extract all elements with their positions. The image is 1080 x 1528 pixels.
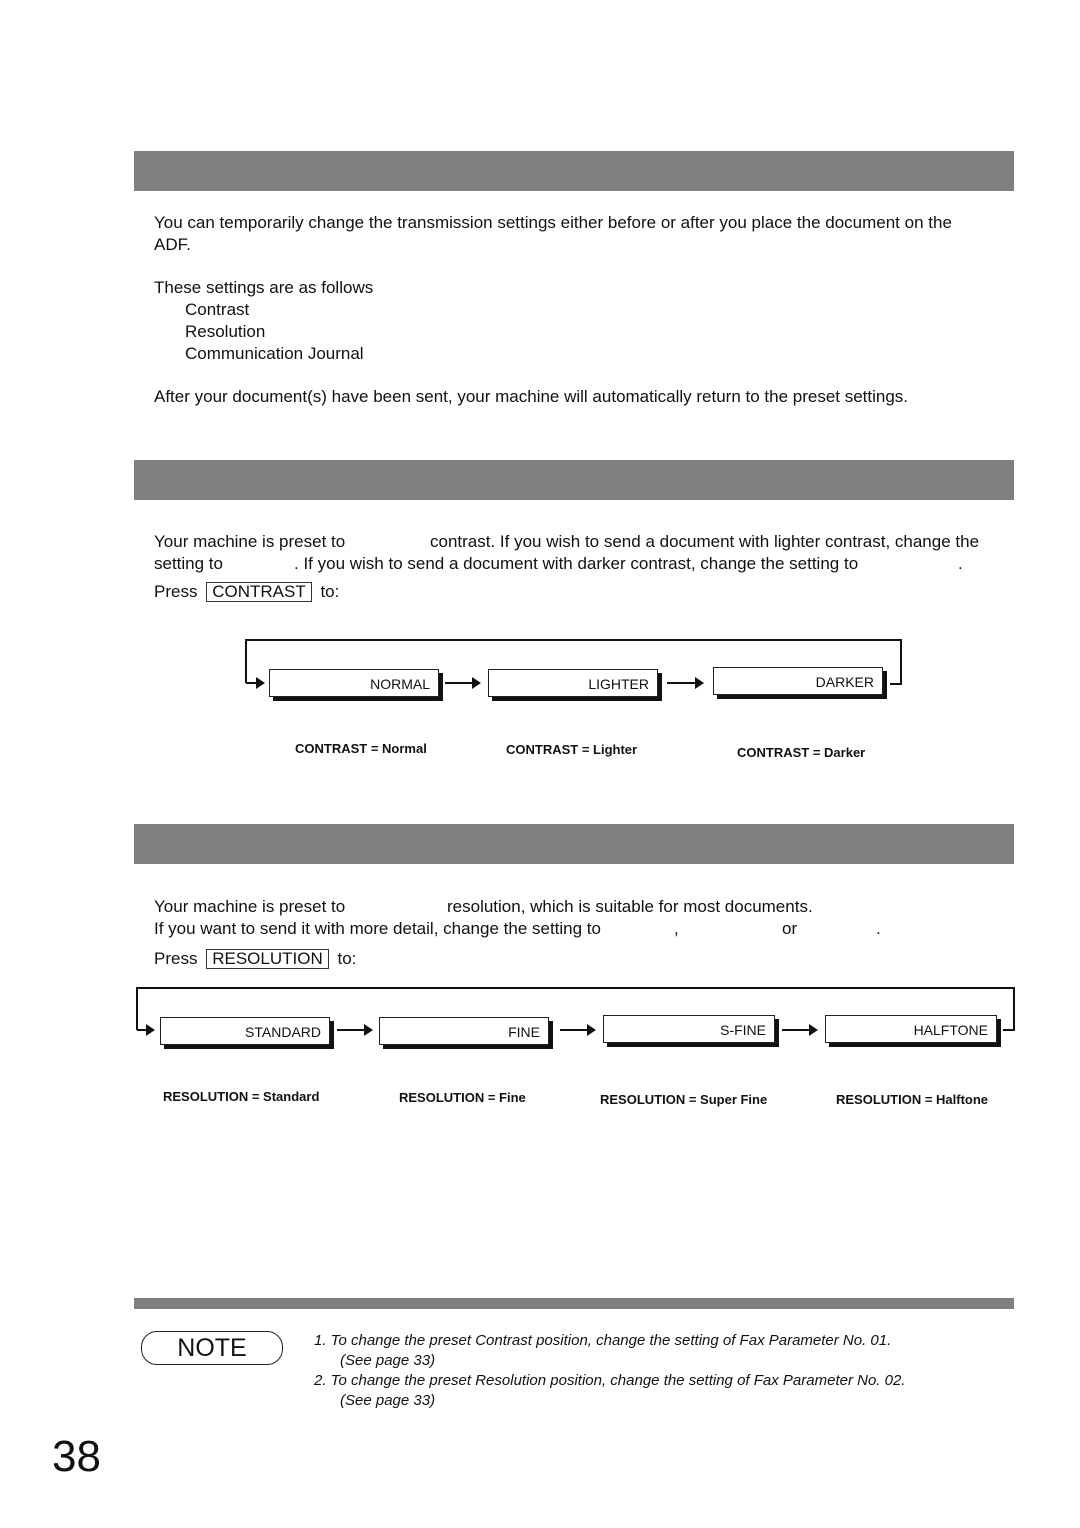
press-label: Press bbox=[154, 949, 198, 968]
resolution-text-1b: resolution, which is suitable for most d… bbox=[447, 897, 813, 916]
arrow-icon bbox=[809, 1024, 818, 1036]
arrow-icon bbox=[472, 677, 481, 689]
resolution-state-halftone: HALFTONE bbox=[825, 1015, 997, 1043]
contrast-caption-darker: CONTRAST = Darker bbox=[737, 745, 866, 760]
arrow-icon bbox=[256, 677, 265, 689]
contrast-caption-normal: CONTRAST = Normal bbox=[295, 741, 427, 756]
arrow-icon bbox=[146, 1024, 155, 1036]
resolution-text-1a: Your machine is preset to bbox=[154, 897, 346, 916]
page-number: 38 bbox=[52, 1432, 101, 1481]
resolution-state-fine: FINE bbox=[379, 1017, 549, 1045]
note-item-2: 2. To change the preset Resolution posit… bbox=[314, 1372, 906, 1389]
note-item-2-ref: (See page 33) bbox=[340, 1392, 436, 1409]
resolution-state-s-fine: S-FINE bbox=[603, 1015, 775, 1043]
contrast-state-darker: DARKER bbox=[713, 667, 883, 695]
resolution-text-2c: or bbox=[782, 919, 798, 938]
contrast-state-normal: NORMAL bbox=[269, 669, 439, 697]
resolution-caption-standard: RESOLUTION = Standard bbox=[163, 1089, 320, 1104]
resolution-caption-fine: RESOLUTION = Fine bbox=[399, 1090, 526, 1105]
note-item-1-ref: (See page 33) bbox=[340, 1352, 436, 1369]
contrast-caption-lighter: CONTRAST = Lighter bbox=[506, 742, 638, 757]
resolution-caption-halftone: RESOLUTION = Halftone bbox=[836, 1092, 989, 1107]
contrast-state-lighter: LIGHTER bbox=[488, 669, 658, 697]
note-badge: NOTE bbox=[141, 1331, 283, 1365]
resolution-text-2b: , bbox=[674, 919, 679, 938]
resolution-text-2a: If you want to send it with more detail,… bbox=[154, 919, 601, 938]
arrow-icon bbox=[695, 677, 704, 689]
to-label: to: bbox=[337, 949, 357, 968]
resolution-press-line: Press RESOLUTION to: bbox=[154, 948, 356, 970]
resolution-text-2d: . bbox=[876, 919, 881, 938]
resolution-caption-super-fine: RESOLUTION = Super Fine bbox=[600, 1092, 768, 1107]
arrow-icon bbox=[364, 1024, 373, 1036]
resolution-key[interactable]: RESOLUTION bbox=[206, 949, 329, 969]
resolution-state-standard: STANDARD bbox=[160, 1017, 330, 1045]
contrast-cycle-lines bbox=[136, 639, 1015, 1036]
arrow-icon bbox=[587, 1024, 596, 1036]
note-item-1: 1. To change the preset Contrast positio… bbox=[314, 1332, 892, 1349]
